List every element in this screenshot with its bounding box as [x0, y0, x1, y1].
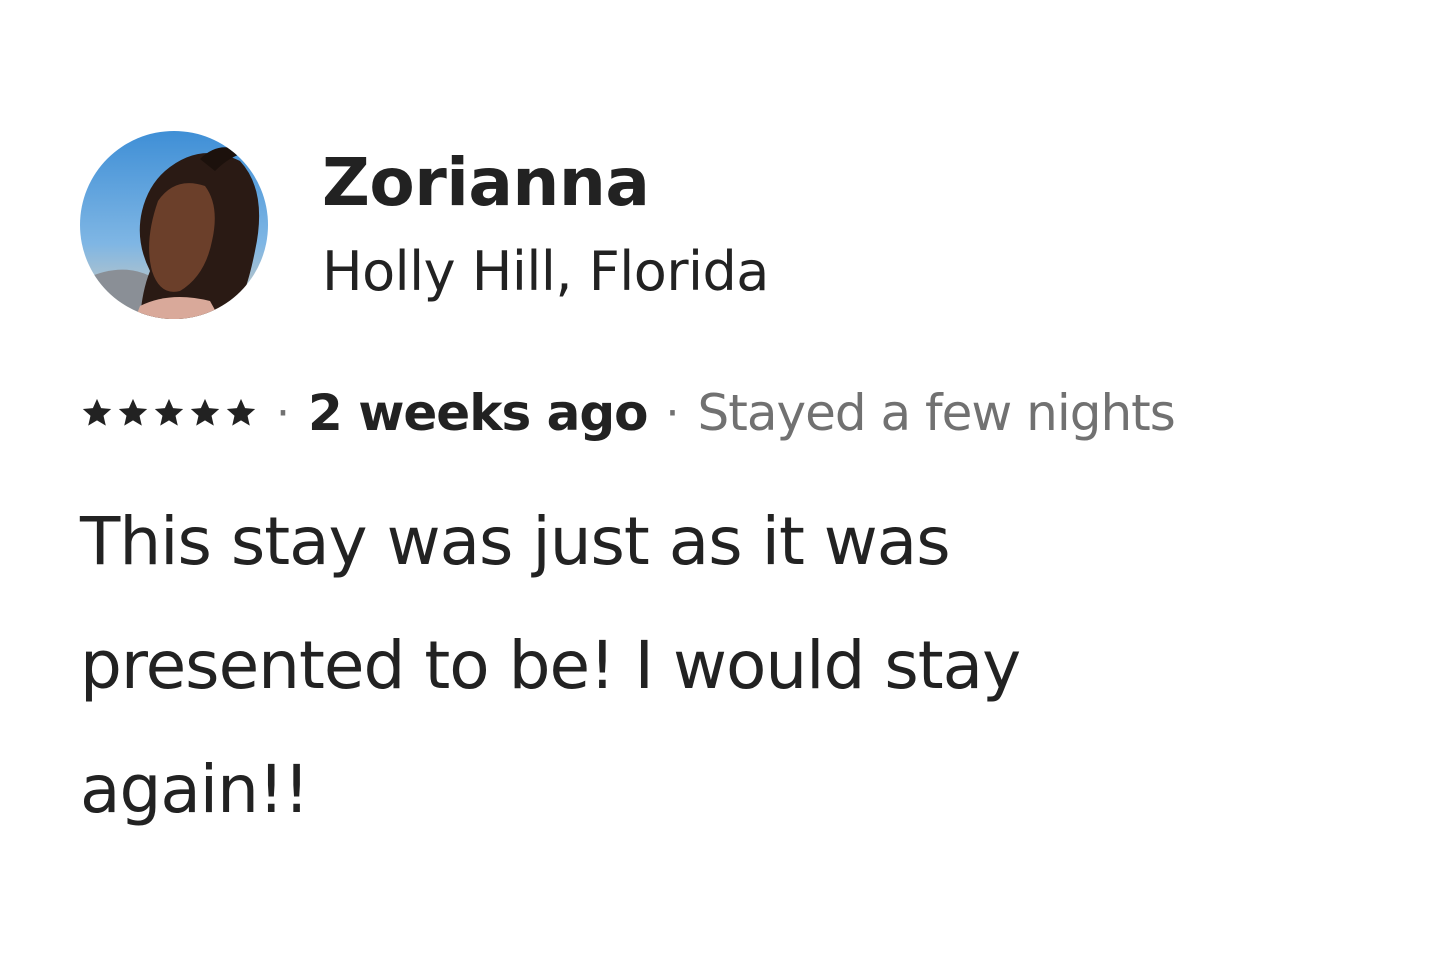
- stay-length: Stayed a few nights: [697, 384, 1176, 442]
- meta-separator: ·: [665, 387, 680, 439]
- star-icon: [118, 398, 148, 426]
- star-icon: [154, 398, 184, 426]
- star-icon: [82, 398, 112, 426]
- review-text: This stay was just as it was presented t…: [80, 503, 1021, 828]
- review-card: Zorianna Holly Hill, Florida · 2 weeks a…: [80, 130, 1380, 852]
- star-icon: [226, 398, 256, 426]
- reviewer-info: Zorianna Holly Hill, Florida: [322, 143, 769, 307]
- reviewer-name[interactable]: Zorianna: [322, 143, 769, 223]
- review-meta: · 2 weeks ago · Stayed a few nights: [80, 378, 1380, 448]
- rating-stars: [80, 396, 258, 430]
- reviewer-header: Zorianna Holly Hill, Florida: [80, 130, 1380, 320]
- reviewer-avatar[interactable]: [80, 131, 268, 319]
- star-icon: [190, 398, 220, 426]
- meta-separator: ·: [276, 387, 290, 439]
- review-date: 2 weeks ago: [308, 384, 649, 442]
- reviewer-location: Holly Hill, Florida: [322, 240, 769, 303]
